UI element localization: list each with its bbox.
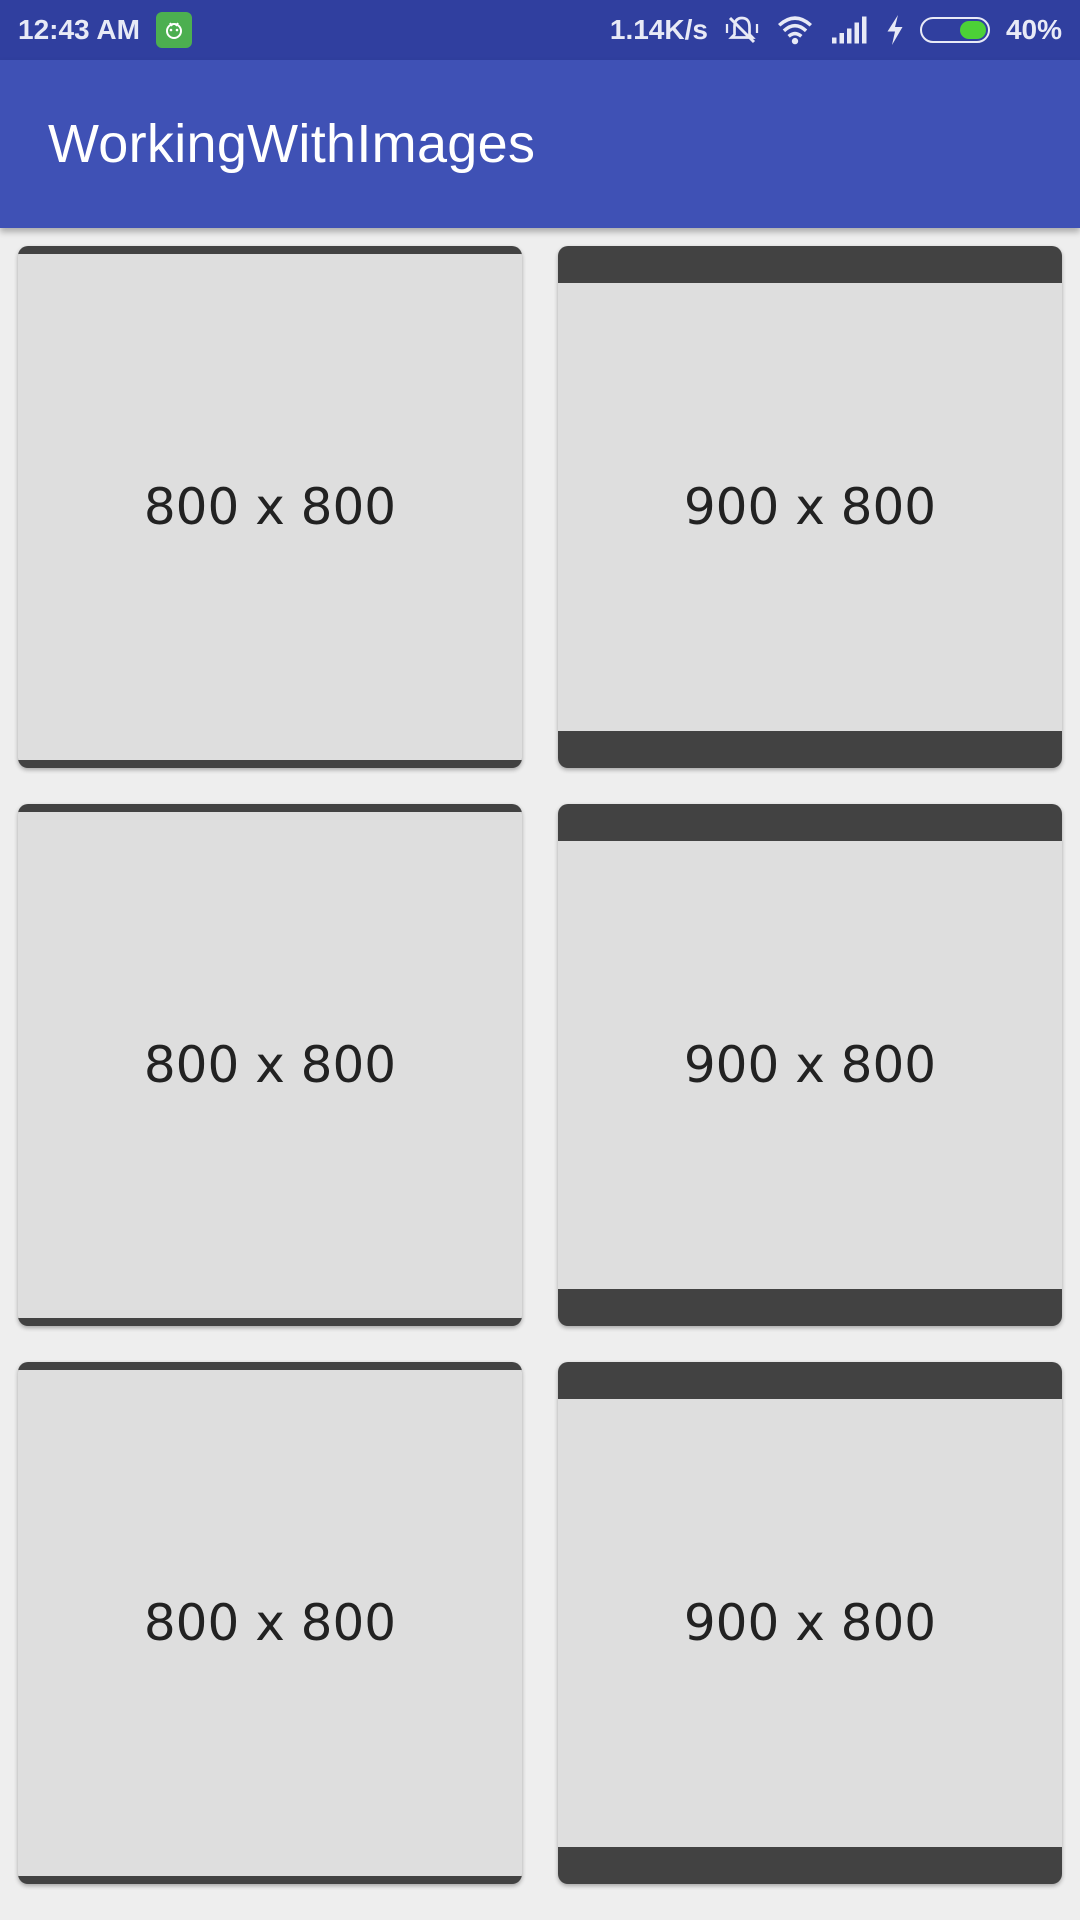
placeholder-image: 900 x 800 (558, 283, 1062, 731)
network-speed: 1.14K/s (609, 14, 708, 45)
status-time: 12:43 AM (18, 14, 140, 45)
image-grid[interactable]: 800 x 800 900 x 800 800 x 800 900 x 800 … (0, 228, 1080, 1920)
android-notification-icon (155, 12, 192, 48)
battery-icon (919, 17, 990, 43)
image-card[interactable]: 800 x 800 (18, 804, 522, 1326)
wifi-icon (776, 14, 814, 46)
image-card[interactable]: 800 x 800 (18, 246, 522, 768)
image-card[interactable]: 900 x 800 (558, 804, 1062, 1326)
mute-vibrate-icon (724, 12, 760, 48)
image-card[interactable]: 900 x 800 (558, 1362, 1062, 1884)
app-bar: WorkingWithImages (0, 60, 1080, 228)
placeholder-image: 900 x 800 (558, 841, 1062, 1289)
image-card[interactable]: 800 x 800 (18, 1362, 522, 1884)
placeholder-image: 800 x 800 (18, 254, 522, 760)
cellular-signal-icon (830, 15, 870, 45)
charging-bolt-icon (886, 15, 904, 45)
placeholder-image: 900 x 800 (558, 1399, 1062, 1847)
status-bar: 12:43 AM 1.14K/s 40% (0, 0, 1080, 60)
placeholder-image: 800 x 800 (18, 1370, 522, 1876)
app-title: WorkingWithImages (48, 114, 536, 174)
image-card[interactable]: 900 x 800 (558, 246, 1062, 768)
battery-percent: 40% (1005, 14, 1062, 45)
placeholder-image: 800 x 800 (18, 812, 522, 1318)
